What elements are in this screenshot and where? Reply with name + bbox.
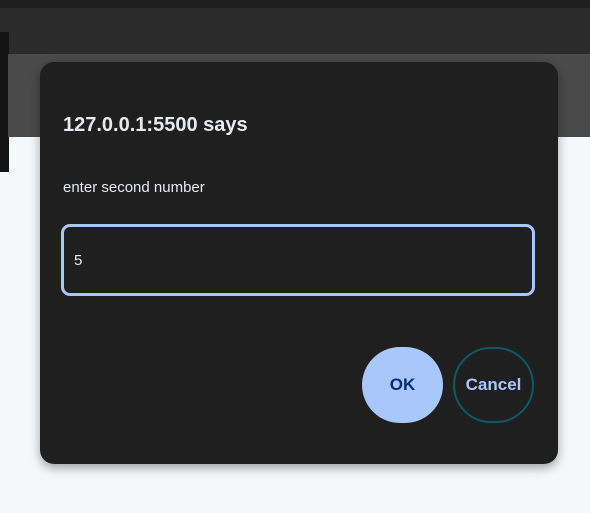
dialog-title: 127.0.0.1:5500 says xyxy=(63,114,248,136)
browser-toolbar xyxy=(0,8,590,54)
prompt-input[interactable] xyxy=(61,224,535,296)
cancel-button[interactable]: Cancel xyxy=(453,347,534,423)
browser-tab-strip xyxy=(0,0,590,8)
ok-button[interactable]: OK xyxy=(362,347,443,423)
dialog-message: enter second number xyxy=(63,179,205,196)
browser-window: 127.0.0.1:5500 says enter second number … xyxy=(0,0,590,513)
prompt-dialog: 127.0.0.1:5500 says enter second number … xyxy=(40,62,558,464)
